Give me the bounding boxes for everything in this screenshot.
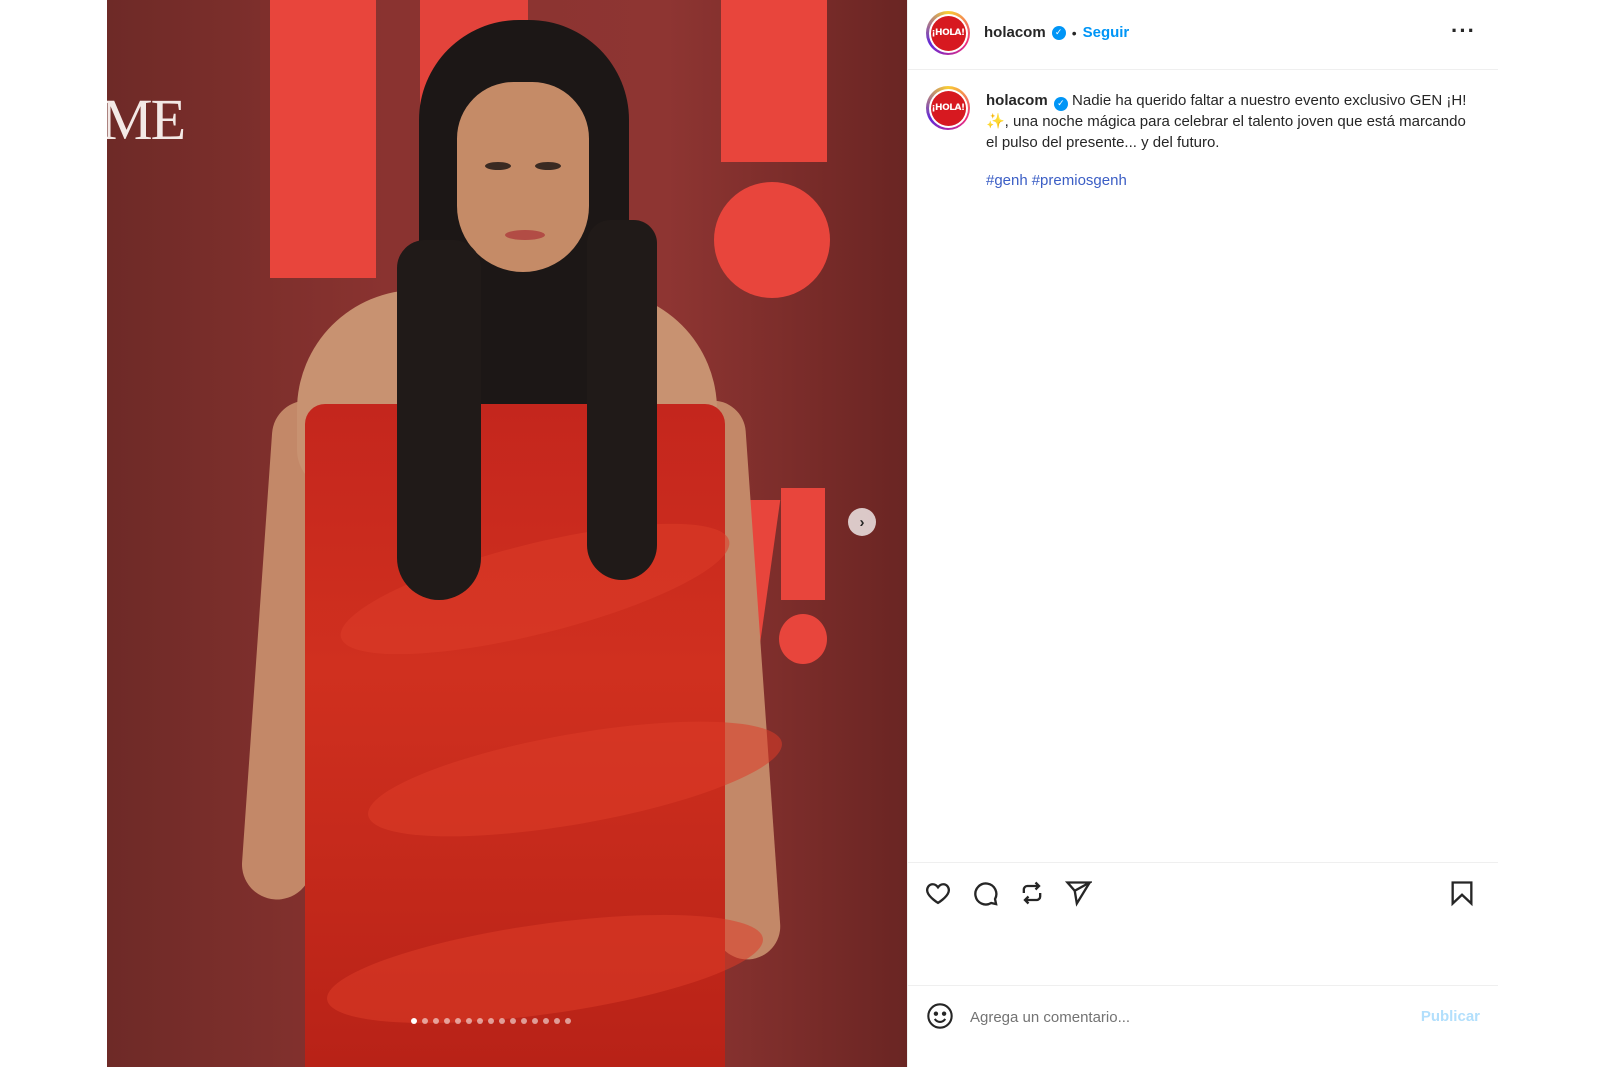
carousel-dot xyxy=(466,1018,472,1024)
chevron-right-icon: › xyxy=(859,513,865,531)
like-button[interactable] xyxy=(924,879,954,909)
post-header: ¡HOLA! holacom ✓ • Seguir ··· xyxy=(908,0,1498,70)
verified-badge-icon: ✓ xyxy=(1051,25,1066,40)
comment-button[interactable] xyxy=(971,879,1001,909)
hashtag-link[interactable]: #premiosgenh xyxy=(1032,172,1127,189)
carousel-next-button[interactable]: › xyxy=(848,508,876,536)
subject-hair xyxy=(587,220,657,580)
carousel-dot xyxy=(477,1018,483,1024)
brand-logo: ¡HOLA! xyxy=(930,15,966,51)
brand-logo: ¡HOLA! xyxy=(930,90,966,126)
carousel-dot xyxy=(543,1018,549,1024)
carousel-dot xyxy=(521,1018,527,1024)
comment-input[interactable] xyxy=(970,1004,1390,1030)
subject-eye xyxy=(485,162,511,170)
photo-subject xyxy=(239,20,790,1067)
share-button[interactable] xyxy=(1064,879,1095,909)
backdrop-shape xyxy=(779,614,827,664)
subject-lips xyxy=(505,230,545,240)
subject-face xyxy=(457,82,589,272)
carousel-dot xyxy=(444,1018,450,1024)
save-button[interactable] xyxy=(1448,879,1478,909)
follow-button[interactable]: Seguir xyxy=(1083,24,1130,41)
post-sidebar: ¡HOLA! holacom ✓ • Seguir ··· ¡HOLA! hol… xyxy=(907,0,1498,1067)
carousel-dot xyxy=(510,1018,516,1024)
carousel-dot xyxy=(455,1018,461,1024)
repost-button[interactable] xyxy=(1018,879,1048,909)
backdrop-shape xyxy=(781,488,825,600)
carousel-dot xyxy=(565,1018,571,1024)
post-header-meta: holacom ✓ • Seguir xyxy=(984,24,1129,41)
repost-icon xyxy=(1022,881,1042,905)
post-media[interactable]: ME › xyxy=(107,0,907,1067)
username-link[interactable]: holacom xyxy=(984,24,1046,41)
more-options-icon[interactable]: ··· xyxy=(1451,20,1476,42)
hashtags: #genh #premiosgenh xyxy=(986,172,1131,189)
subject-eye xyxy=(535,162,561,170)
heart-icon xyxy=(926,883,950,905)
emoji-button[interactable] xyxy=(926,1002,956,1032)
carousel-dot xyxy=(488,1018,494,1024)
bookmark-icon xyxy=(1451,881,1473,907)
carousel-indicator xyxy=(411,1018,571,1024)
comment-bar: Publicar xyxy=(908,985,1498,1047)
publish-button[interactable]: Publicar xyxy=(1421,1008,1480,1025)
caption-avatar[interactable]: ¡HOLA! xyxy=(926,86,970,130)
backdrop-text: ME xyxy=(107,87,186,152)
carousel-dot xyxy=(433,1018,439,1024)
avatar[interactable]: ¡HOLA! xyxy=(926,11,970,55)
caption-username[interactable]: holacom xyxy=(986,92,1048,109)
verified-badge-icon: ✓ xyxy=(1053,96,1068,111)
subject-dress xyxy=(305,404,790,1067)
post-caption: holacom ✓ Nadie ha querido faltar a nues… xyxy=(986,90,1476,153)
dress-ruffle xyxy=(330,496,740,682)
emoji-icon xyxy=(927,1003,953,1029)
post-actions xyxy=(908,862,1498,922)
hashtag-link[interactable]: #genh xyxy=(986,172,1028,189)
carousel-dot xyxy=(554,1018,560,1024)
carousel-dot xyxy=(532,1018,538,1024)
carousel-dot xyxy=(411,1018,417,1024)
separator: • xyxy=(1071,24,1077,41)
carousel-dot xyxy=(499,1018,505,1024)
comment-icon xyxy=(974,882,998,906)
avatar-ring: ¡HOLA! xyxy=(928,88,968,128)
subject-hair xyxy=(397,240,481,600)
carousel-dot xyxy=(422,1018,428,1024)
avatar-ring: ¡HOLA! xyxy=(928,13,968,53)
share-icon xyxy=(1064,881,1095,907)
